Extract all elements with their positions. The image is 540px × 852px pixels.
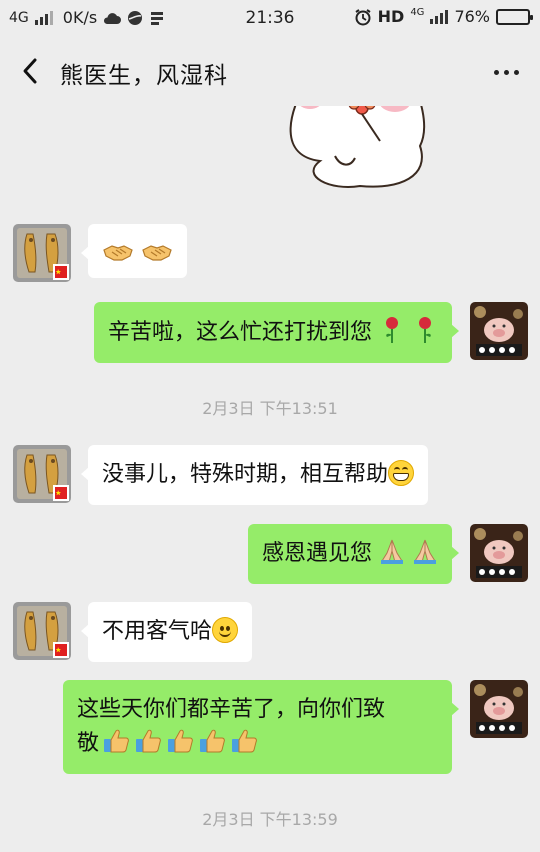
my-avatar[interactable] [470, 302, 528, 360]
signal-icon-2 [430, 9, 449, 24]
grin-emoji [388, 460, 415, 486]
folded-hands-emoji [381, 539, 403, 564]
thumbs-up-emoji [232, 729, 257, 753]
status-bar: 4G 0K/s 21:36 HD 4G 76% [0, 0, 540, 36]
my-avatar[interactable] [470, 680, 528, 738]
message-text: 感恩遇见您 [261, 541, 372, 566]
my-avatar[interactable] [470, 524, 528, 582]
more-dots-icon[interactable] [488, 58, 524, 86]
status-right: HD 4G 76% [354, 7, 533, 26]
doctor-avatar[interactable] [13, 445, 71, 503]
hd-badge: HD [377, 7, 405, 26]
chat-header: 熊医生，风湿科 [0, 36, 540, 106]
thumbs-up-group [99, 729, 259, 756]
message-text: 辛苦啦，这么忙还打扰到您 [107, 320, 372, 345]
handshake-emoji [142, 245, 172, 261]
message-bubble[interactable]: 辛苦啦，这么忙还打扰到您 [93, 302, 460, 363]
doctor-avatar[interactable] [13, 224, 71, 282]
rose-emoji [419, 317, 431, 343]
bunny-sticker[interactable] [280, 106, 440, 196]
handshake-emoji [103, 245, 133, 261]
message-bubble[interactable]: 感恩遇见您 [247, 524, 460, 584]
message-bubble[interactable]: 这些天你们都辛苦了，向你们致 敬 [63, 680, 459, 774]
thumbs-up-emoji [168, 729, 193, 753]
network-type-small: 4G [410, 7, 425, 18]
chat-area[interactable]: 辛苦啦，这么忙还打扰到您 2月3日 下午13:51 没事儿，特殊时期，相互帮助 [0, 106, 540, 852]
thumbs-up-emoji [136, 729, 161, 753]
thumbs-up-emoji [200, 729, 225, 753]
alarm-icon [355, 8, 371, 25]
chevron-left-icon[interactable] [18, 56, 44, 86]
message-text: 不用客气哈 [102, 619, 213, 644]
battery-icon [496, 8, 533, 25]
message-text: 没事儿，特殊时期，相互帮助 [102, 462, 389, 487]
timestamp: 2月3日 下午13:59 [202, 810, 338, 829]
doctor-avatar[interactable] [13, 602, 71, 660]
rose-emoji [386, 317, 398, 343]
folded-hands-emoji [414, 539, 436, 564]
message-text-line1: 这些天你们都辛苦了，向你们致 [77, 697, 386, 722]
message-text-line2-text: 敬 [77, 731, 100, 756]
message-bubble[interactable] [81, 224, 187, 278]
message-bubble[interactable]: 没事儿，特殊时期，相互帮助 [80, 445, 429, 505]
thumbs-up-emoji [104, 729, 129, 753]
chat-title: 熊医生，风湿科 [60, 63, 228, 89]
timestamp: 2月3日 下午13:51 [202, 399, 338, 418]
battery-percent: 76% [454, 7, 490, 26]
smile-emoji [212, 617, 239, 643]
message-bubble[interactable]: 不用客气哈 [80, 602, 253, 662]
message-text-line2: 敬 [77, 727, 438, 761]
